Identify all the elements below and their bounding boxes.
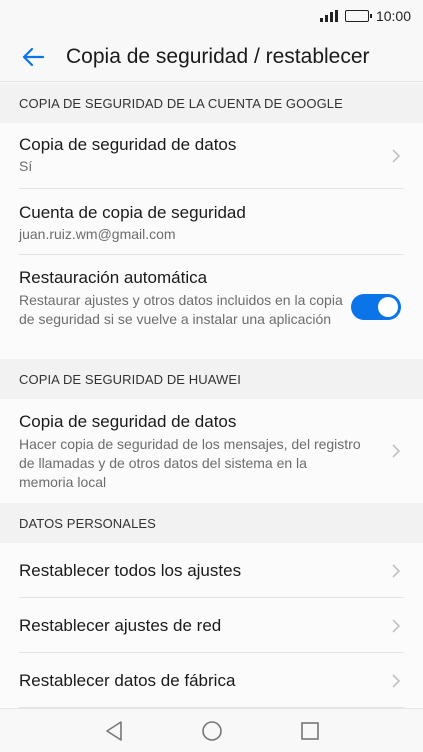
chevron-right-icon — [392, 563, 401, 578]
chevron-right-icon — [392, 444, 401, 458]
auto-restore-toggle[interactable] — [351, 294, 401, 320]
nav-back-button[interactable] — [100, 717, 128, 745]
item-subtitle: Hacer copia de seguridad de los mensajes… — [19, 436, 361, 490]
section-header-google-backup: COPIA DE SEGURIDAD DE LA CUENTA DE GOOGL… — [0, 83, 423, 123]
nav-recents-button[interactable] — [296, 717, 324, 745]
list-item-auto-restore[interactable]: Restauración automática Restaurar ajuste… — [0, 255, 423, 359]
list-item-reset-network-settings[interactable]: Restablecer ajustes de red — [0, 598, 423, 653]
back-button[interactable] — [0, 32, 66, 82]
section-header-huawei-backup: COPIA DE SEGURIDAD DE HUAWEI — [0, 359, 423, 399]
status-time: 10:00 — [375, 8, 411, 24]
battery-icon — [344, 10, 372, 22]
item-title: Restablecer ajustes de red — [19, 615, 222, 635]
nav-home-button[interactable] — [198, 717, 226, 745]
page-title: Copia de seguridad / restablecer — [66, 44, 370, 68]
item-subtitle: Restaurar ajustes y otros datos incluido… — [19, 292, 343, 327]
status-bar: 10:00 — [0, 0, 423, 32]
square-recents-icon — [300, 721, 319, 740]
item-title: Copia de seguridad de datos — [19, 412, 237, 431]
list-item-backup-account[interactable]: Cuenta de copia de seguridad juan.ruiz.w… — [0, 189, 423, 255]
chevron-right-icon — [392, 149, 401, 163]
app-bar: Copia de seguridad / restablecer — [0, 32, 423, 82]
list-item-reset-all-settings[interactable]: Restablecer todos los ajustes — [0, 543, 423, 598]
chevron-right-icon — [392, 673, 401, 688]
item-title: Restauración automática — [19, 268, 208, 287]
system-nav-bar — [0, 708, 423, 752]
item-title: Restablecer datos de fábrica — [19, 670, 236, 690]
circle-home-icon — [201, 720, 222, 741]
item-title: Restablecer todos los ajustes — [19, 560, 242, 580]
section-header-personal-data: DATOS PERSONALES — [0, 503, 423, 543]
item-subtitle: Sí — [19, 158, 33, 174]
item-title: Copia de seguridad de datos — [19, 135, 237, 154]
signal-icon — [319, 10, 338, 22]
settings-list: COPIA DE SEGURIDAD DE LA CUENTA DE GOOGL… — [0, 83, 423, 708]
list-item-huawei-backup-data[interactable]: Copia de seguridad de datos Hacer copia … — [0, 399, 423, 503]
list-item-factory-reset[interactable]: Restablecer datos de fábrica — [0, 653, 423, 708]
item-subtitle: juan.ruiz.wm@gmail.com — [19, 226, 176, 242]
arrow-left-icon — [22, 47, 45, 66]
triangle-back-icon — [105, 720, 122, 741]
list-item-google-backup-data[interactable]: Copia de seguridad de datos Sí — [0, 123, 423, 189]
chevron-right-icon — [392, 618, 401, 633]
item-title: Cuenta de copia de seguridad — [19, 203, 246, 222]
